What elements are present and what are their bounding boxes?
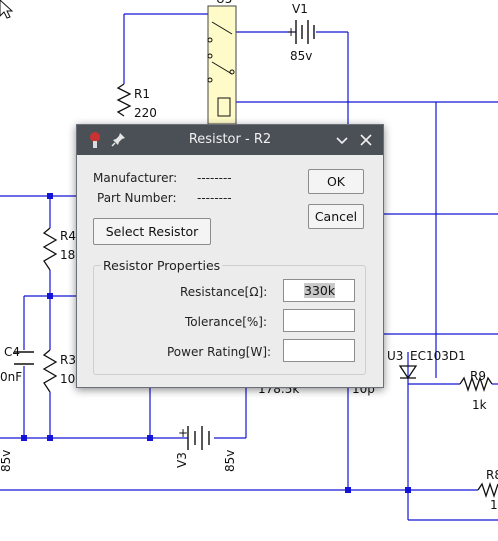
resistor-properties-title: Resistor Properties bbox=[101, 258, 223, 273]
ok-button[interactable]: OK bbox=[308, 169, 364, 194]
u3-name-label: U3 bbox=[387, 349, 403, 363]
svg-text:+: + bbox=[286, 25, 296, 39]
v1-name-label: V1 bbox=[292, 2, 308, 16]
close-icon[interactable] bbox=[357, 130, 375, 150]
u5-label: U5 bbox=[216, 0, 232, 6]
manufacturer-label: Manufacturer: bbox=[93, 171, 178, 185]
r1-name-label: R1 bbox=[134, 87, 150, 101]
r1-value-label: 220 bbox=[134, 106, 157, 120]
power-rating-field[interactable] bbox=[283, 339, 355, 362]
c4-value-label: 0nF bbox=[0, 370, 22, 384]
r9-value-label: 1k bbox=[472, 398, 487, 412]
u3-part-label: EC103D1 bbox=[410, 349, 466, 363]
power-rating-label: Power Rating[W]: bbox=[167, 345, 272, 359]
part-number-value: -------- bbox=[197, 191, 232, 205]
resistor-dialog: Resistor - R2 Manufacturer: -------- Par… bbox=[76, 124, 384, 388]
left-85v-label: 85v bbox=[0, 450, 13, 472]
cancel-button[interactable]: Cancel bbox=[308, 204, 364, 229]
manufacturer-value: -------- bbox=[197, 171, 232, 185]
part-number-label: Part Number: bbox=[97, 191, 177, 205]
minimize-chevron-icon[interactable] bbox=[333, 130, 351, 150]
r3-value-label: 10 bbox=[60, 372, 75, 386]
resistance-field[interactable]: 330k bbox=[283, 279, 355, 302]
r8-name-label: R8 bbox=[486, 468, 498, 482]
c4-name-label: C4 bbox=[4, 345, 20, 359]
resistance-label: Resistance[Ω]: bbox=[180, 285, 268, 299]
tolerance-field[interactable] bbox=[283, 309, 355, 332]
v3-value-label: 85v bbox=[223, 450, 237, 472]
v1-value-label: 85v bbox=[290, 49, 312, 63]
svg-text:+: + bbox=[178, 426, 188, 440]
dialog-titlebar[interactable]: Resistor - R2 bbox=[77, 125, 383, 155]
r3-name-label: R3 bbox=[60, 353, 76, 367]
tolerance-label: Tolerance[%]: bbox=[185, 315, 268, 329]
r4-value-label: 18 bbox=[60, 248, 75, 262]
select-resistor-button[interactable]: Select Resistor bbox=[93, 218, 211, 245]
resistance-value: 330k bbox=[304, 283, 336, 298]
r8-value-label: 1 bbox=[490, 498, 498, 512]
r4-name-label: R4 bbox=[60, 229, 76, 243]
v3-name-label: V3 bbox=[175, 452, 189, 468]
r9-name-label: R9 bbox=[470, 369, 486, 383]
